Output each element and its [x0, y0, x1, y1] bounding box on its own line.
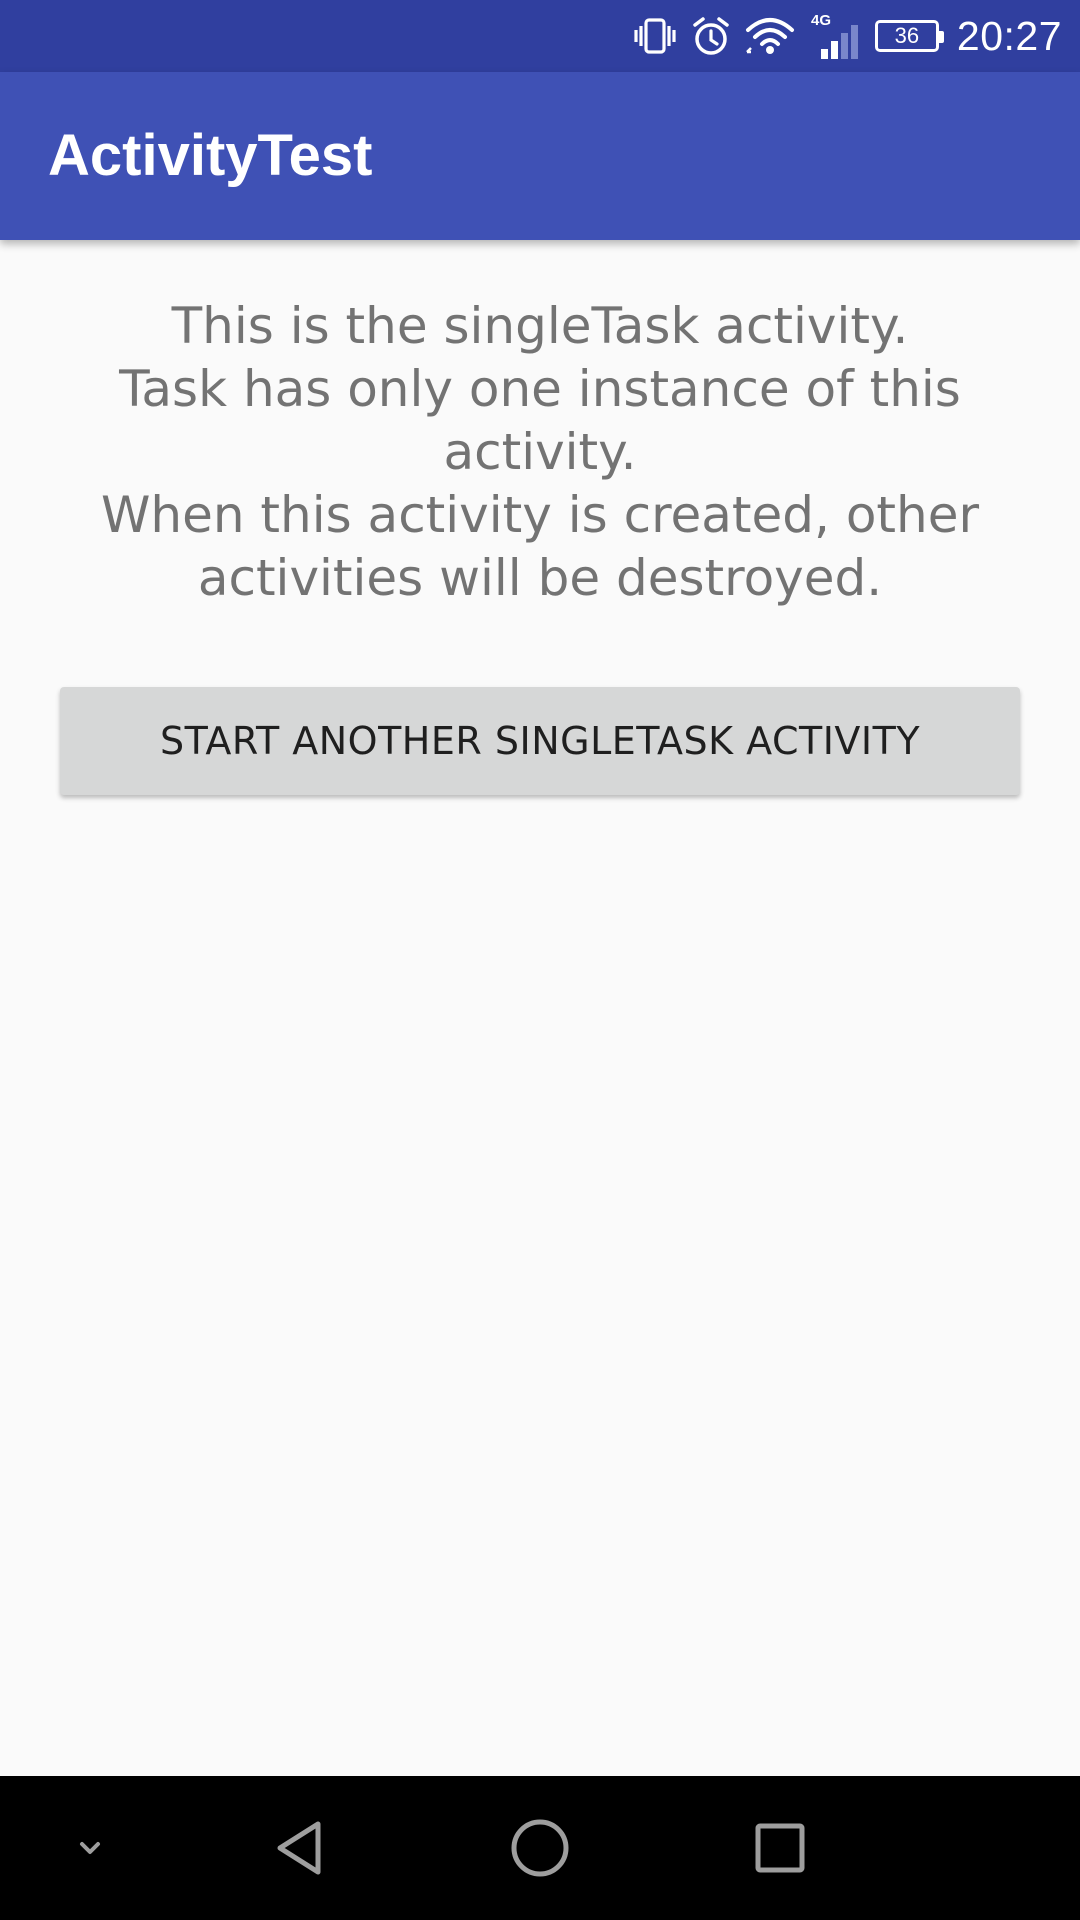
- home-icon[interactable]: [490, 1776, 590, 1920]
- start-singletask-activity-button[interactable]: START ANOTHER SINGLETASK ACTIVITY: [60, 687, 1020, 795]
- description-line: When this activity is created, other act…: [100, 486, 980, 607]
- activity-description: This is the singleTask activity. Task ha…: [60, 295, 1020, 610]
- alarm-icon: [691, 14, 731, 58]
- recents-icon[interactable]: [730, 1776, 830, 1920]
- navigation-bar: [0, 1776, 1080, 1920]
- battery-icon: 36: [874, 20, 944, 52]
- chevron-down-icon[interactable]: [50, 1776, 130, 1920]
- vibrate-icon: [633, 14, 677, 58]
- status-bar: 4G 36 20:27: [0, 0, 1080, 72]
- status-time: 20:27: [956, 12, 1062, 59]
- wifi-icon: [745, 16, 795, 56]
- back-icon[interactable]: [250, 1776, 350, 1920]
- network-type-label: 4G: [811, 12, 831, 29]
- app-title: ActivityTest: [48, 123, 373, 188]
- app-bar: ActivityTest: [0, 72, 1080, 240]
- cell-signal-icon: 4G: [809, 11, 861, 61]
- description-line: Task has only one instance of this activ…: [119, 360, 961, 481]
- battery-level: 36: [874, 20, 944, 52]
- status-icons: 4G 36 20:27: [619, 0, 1062, 72]
- description-line: This is the singleTask activity.: [171, 297, 909, 355]
- main-content: This is the singleTask activity. Task ha…: [0, 240, 1080, 1776]
